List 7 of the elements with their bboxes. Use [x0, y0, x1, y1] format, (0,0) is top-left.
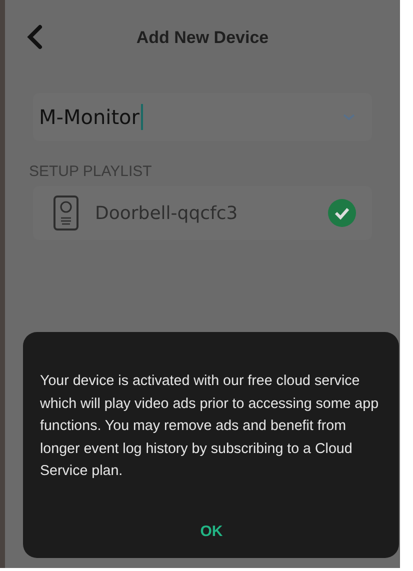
device-name: Doorbell-qqcfc3 — [95, 202, 238, 224]
page-title: Add New Device — [136, 28, 269, 48]
dialog-message: Your device is activated with our free cloud service which will play video ads prior to accessing some app functions. You may remove ads and benefit from longer event log history by subscribing to a Cloud Service plan. — [40, 372, 380, 482]
ok-button[interactable]: OK — [190, 519, 233, 544]
doorbell-icon — [53, 195, 79, 231]
back-icon[interactable] — [25, 24, 45, 50]
chevron-down-icon — [342, 112, 356, 122]
